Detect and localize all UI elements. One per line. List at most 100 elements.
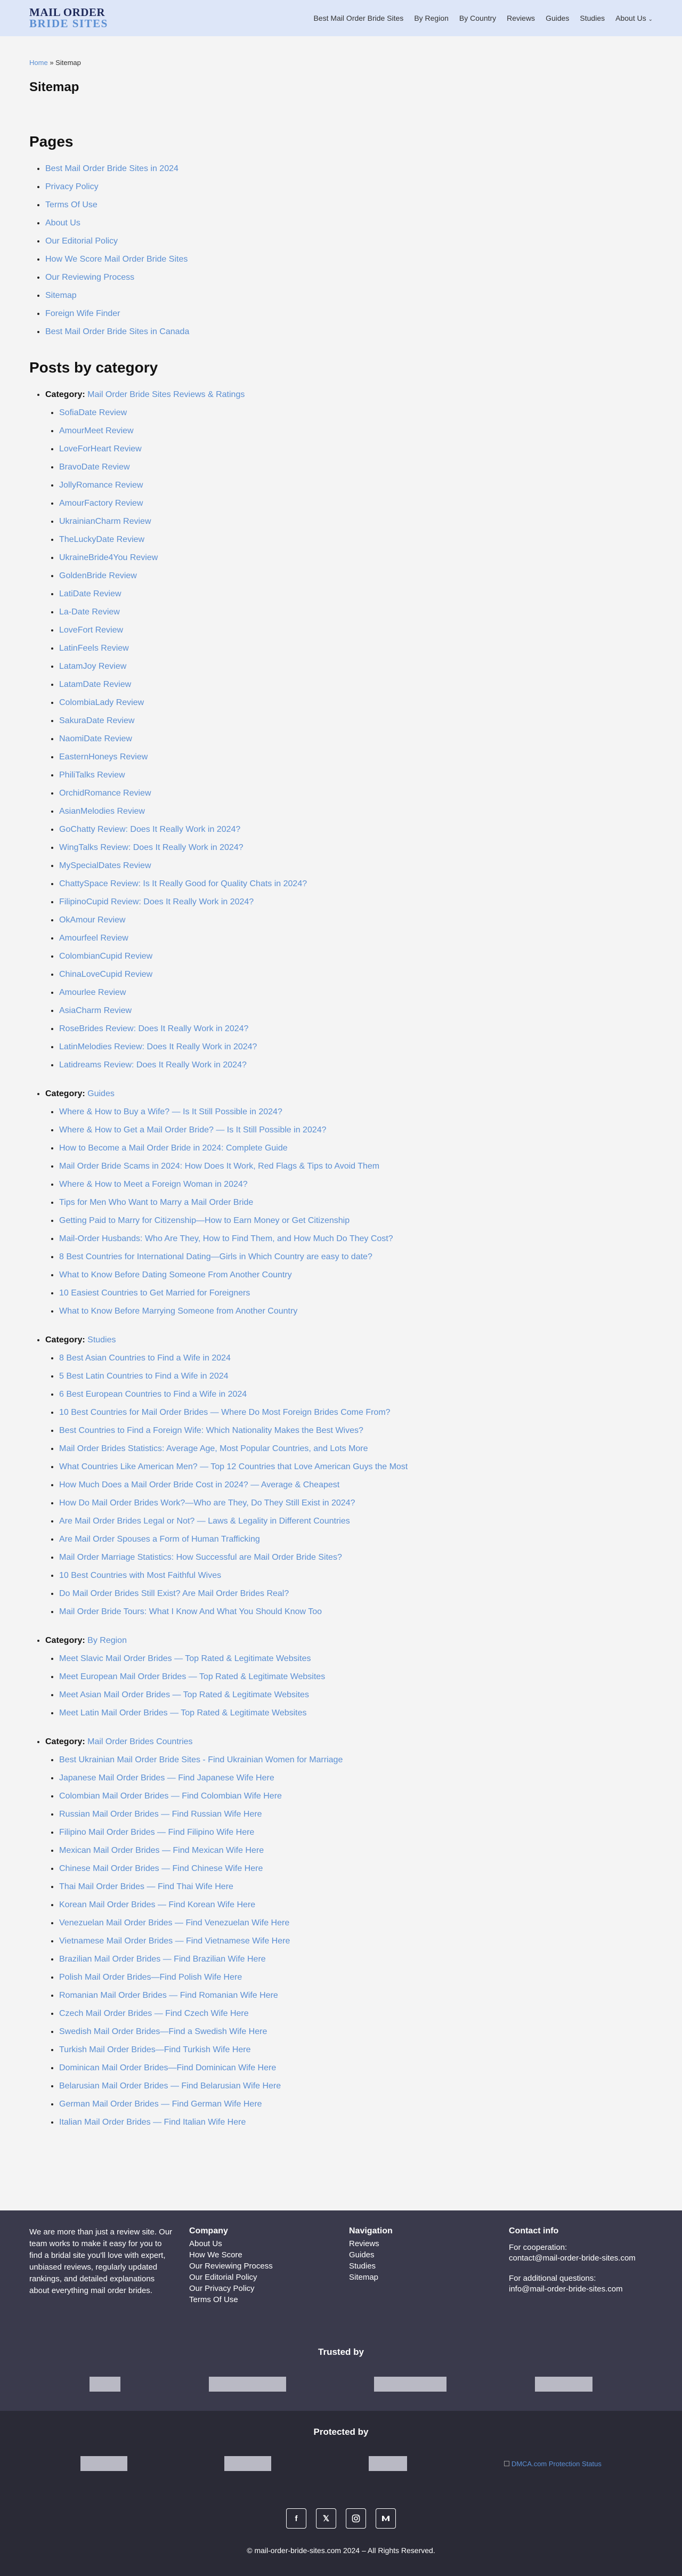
nav-item-by-country[interactable]: By Country	[459, 14, 496, 22]
post-link[interactable]: Mexican Mail Order Brides — Find Mexican…	[59, 1842, 653, 1860]
post-link[interactable]: BravoDate Review	[59, 458, 653, 476]
post-link[interactable]: How to Become a Mail Order Bride in 2024…	[59, 1139, 653, 1157]
post-link[interactable]: Filipino Mail Order Brides — Find Filipi…	[59, 1824, 653, 1842]
post-link[interactable]: ColombiaLady Review	[59, 694, 653, 712]
post-link[interactable]: ColombianCupid Review	[59, 947, 653, 966]
page-link[interactable]: Our Editorial Policy	[45, 232, 653, 250]
x-twitter-icon[interactable]: 𝕏	[316, 2508, 336, 2529]
footer-link-privacy-policy[interactable]: Our Privacy Policy	[189, 2283, 349, 2294]
post-link[interactable]: Are Mail Order Brides Legal or Not? — La…	[59, 1512, 653, 1530]
post-link[interactable]: GoldenBride Review	[59, 567, 653, 585]
post-link[interactable]: Are Mail Order Spouses a Form of Human T…	[59, 1530, 653, 1549]
post-link[interactable]: What Countries Like American Men? — Top …	[59, 1458, 653, 1476]
post-link[interactable]: Meet Asian Mail Order Brides — Top Rated…	[59, 1686, 653, 1704]
post-link[interactable]: LoveForHeart Review	[59, 440, 653, 458]
post-link[interactable]: Meet Slavic Mail Order Brides — Top Rate…	[59, 1650, 653, 1668]
post-link[interactable]: La-Date Review	[59, 603, 653, 621]
footer-link-terms[interactable]: Terms Of Use	[189, 2294, 349, 2305]
post-link[interactable]: How Do Mail Order Brides Work?—Who are T…	[59, 1494, 653, 1512]
page-link[interactable]: Terms Of Use	[45, 196, 653, 214]
questions-email[interactable]: info@mail-order-bride-sites.com	[509, 2284, 669, 2295]
post-link[interactable]: Where & How to Buy a Wife? — Is It Still…	[59, 1103, 653, 1121]
post-link[interactable]: 10 Best Countries for Mail Order Brides …	[59, 1404, 653, 1422]
category-link[interactable]: Studies	[87, 1335, 116, 1344]
post-link[interactable]: OkAmour Review	[59, 911, 653, 929]
page-link[interactable]: Best Mail Order Bride Sites in Canada	[45, 323, 653, 341]
page-link[interactable]: Sitemap	[45, 287, 653, 305]
post-link[interactable]: Vietnamese Mail Order Brides — Find Viet…	[59, 1932, 653, 1950]
page-link[interactable]: Privacy Policy	[45, 178, 653, 196]
post-link[interactable]: Chinese Mail Order Brides — Find Chinese…	[59, 1860, 653, 1878]
footer-link-reviews[interactable]: Reviews	[349, 2238, 509, 2249]
post-link[interactable]: Venezuelan Mail Order Brides — Find Vene…	[59, 1914, 653, 1932]
post-link[interactable]: NaomiDate Review	[59, 730, 653, 748]
nav-item-guides[interactable]: Guides	[546, 14, 569, 22]
medium-icon[interactable]	[376, 2508, 396, 2529]
post-link[interactable]: Russian Mail Order Brides — Find Russian…	[59, 1805, 653, 1824]
category-link[interactable]: By Region	[87, 1636, 127, 1645]
footer-link-editorial-policy[interactable]: Our Editorial Policy	[189, 2272, 349, 2283]
post-link[interactable]: Where & How to Meet a Foreign Woman in 2…	[59, 1176, 653, 1194]
category-link[interactable]: Guides	[87, 1089, 115, 1098]
footer-link-reviewing-process[interactable]: Our Reviewing Process	[189, 2261, 349, 2272]
post-link[interactable]: Meet Latin Mail Order Brides — Top Rated…	[59, 1704, 653, 1722]
post-link[interactable]: Tips for Men Who Want to Marry a Mail Or…	[59, 1194, 653, 1212]
post-link[interactable]: 8 Best Countries for International Datin…	[59, 1248, 653, 1266]
post-link[interactable]: Polish Mail Order Brides—Find Polish Wif…	[59, 1969, 653, 1987]
footer-link-studies[interactable]: Studies	[349, 2261, 509, 2272]
post-link[interactable]: Turkish Mail Order Brides—Find Turkish W…	[59, 2041, 653, 2059]
post-link[interactable]: UkrainianCharm Review	[59, 513, 653, 531]
post-link[interactable]: What to Know Before Dating Someone From …	[59, 1266, 653, 1284]
post-link[interactable]: ChattySpace Review: Is It Really Good fo…	[59, 875, 653, 893]
footer-link-guides[interactable]: Guides	[349, 2249, 509, 2261]
post-link[interactable]: RoseBrides Review: Does It Really Work i…	[59, 1020, 653, 1038]
post-link[interactable]: 10 Easiest Countries to Get Married for …	[59, 1284, 653, 1302]
post-link[interactable]: LatinMelodies Review: Does It Really Wor…	[59, 1038, 653, 1056]
nav-item-studies[interactable]: Studies	[580, 14, 605, 22]
post-link[interactable]: Getting Paid to Marry for Citizenship—Ho…	[59, 1212, 653, 1230]
page-link[interactable]: Best Mail Order Bride Sites in 2024	[45, 160, 653, 178]
breadcrumb-home-link[interactable]: Home	[29, 59, 48, 67]
post-link[interactable]: Korean Mail Order Brides — Find Korean W…	[59, 1896, 653, 1914]
site-logo[interactable]: MAIL ORDER BRIDE SITES	[29, 7, 108, 29]
page-link[interactable]: Our Reviewing Process	[45, 269, 653, 287]
facebook-icon[interactable]: f	[286, 2508, 306, 2529]
post-link[interactable]: Mail Order Marriage Statistics: How Succ…	[59, 1549, 653, 1567]
post-link[interactable]: ChinaLoveCupid Review	[59, 966, 653, 984]
post-link[interactable]: Romanian Mail Order Brides — Find Romani…	[59, 1987, 653, 2005]
post-link[interactable]: FilipinoCupid Review: Does It Really Wor…	[59, 893, 653, 911]
nav-item-by-region[interactable]: By Region	[414, 14, 449, 22]
post-link[interactable]: AsiaCharm Review	[59, 1002, 653, 1020]
post-link[interactable]: AmourFactory Review	[59, 495, 653, 513]
post-link[interactable]: EasternHoneys Review	[59, 748, 653, 766]
post-link[interactable]: SakuraDate Review	[59, 712, 653, 730]
post-link[interactable]: Best Ukrainian Mail Order Bride Sites - …	[59, 1751, 653, 1769]
post-link[interactable]: Italian Mail Order Brides — Find Italian…	[59, 2113, 653, 2132]
post-link[interactable]: Japanese Mail Order Brides — Find Japane…	[59, 1769, 653, 1787]
post-link[interactable]: How Much Does a Mail Order Bride Cost in…	[59, 1476, 653, 1494]
cooperation-email[interactable]: contact@mail-order-bride-sites.com	[509, 2253, 669, 2264]
post-link[interactable]: 8 Best Asian Countries to Find a Wife in…	[59, 1349, 653, 1367]
footer-link-about-us[interactable]: About Us	[189, 2238, 349, 2249]
post-link[interactable]: Swedish Mail Order Brides—Find a Swedish…	[59, 2023, 653, 2041]
post-link[interactable]: Mail-Order Husbands: Who Are They, How t…	[59, 1230, 653, 1248]
post-link[interactable]: WingTalks Review: Does It Really Work in…	[59, 839, 653, 857]
post-link[interactable]: Latidreams Review: Does It Really Work i…	[59, 1056, 653, 1074]
category-link[interactable]: Mail Order Bride Sites Reviews & Ratings	[87, 390, 245, 399]
page-link[interactable]: How We Score Mail Order Bride Sites	[45, 250, 653, 269]
post-link[interactable]: Mail Order Bride Scams in 2024: How Does…	[59, 1157, 653, 1176]
post-link[interactable]: 10 Best Countries with Most Faithful Wiv…	[59, 1567, 653, 1585]
post-link[interactable]: Amourlee Review	[59, 984, 653, 1002]
post-link[interactable]: Best Countries to Find a Foreign Wife: W…	[59, 1422, 653, 1440]
post-link[interactable]: MySpecialDates Review	[59, 857, 653, 875]
post-link[interactable]: German Mail Order Brides — Find German W…	[59, 2095, 653, 2113]
post-link[interactable]: Where & How to Get a Mail Order Bride? —…	[59, 1121, 653, 1139]
post-link[interactable]: LatiDate Review	[59, 585, 653, 603]
post-link[interactable]: OrchidRomance Review	[59, 784, 653, 803]
post-link[interactable]: Dominican Mail Order Brides—Find Dominic…	[59, 2059, 653, 2077]
post-link[interactable]: What to Know Before Marrying Someone fro…	[59, 1302, 653, 1321]
post-link[interactable]: 6 Best European Countries to Find a Wife…	[59, 1386, 653, 1404]
post-link[interactable]: PhiliTalks Review	[59, 766, 653, 784]
post-link[interactable]: Belarusian Mail Order Brides — Find Bela…	[59, 2077, 653, 2095]
nav-item-about-us[interactable]: About Us ⌄	[615, 14, 653, 22]
